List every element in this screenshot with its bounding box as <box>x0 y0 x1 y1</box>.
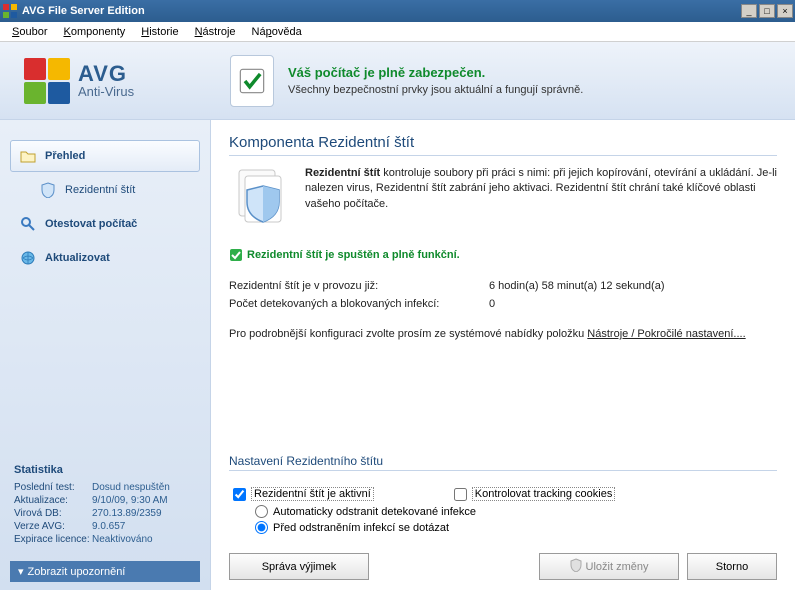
radio-auto-label: Automaticky odstranit detekované infekce <box>273 506 476 518</box>
logo-area: AVG Anti-Virus <box>0 42 210 119</box>
stat-label: Expirace licence: <box>14 534 92 545</box>
uptime-label: Rezidentní štít je v provozu již: <box>229 280 489 292</box>
stat-label: Virová DB: <box>14 508 92 519</box>
logo-subtitle: Anti-Virus <box>78 85 134 98</box>
detected-value: 0 <box>489 298 495 310</box>
menu-historie[interactable]: Historie <box>133 24 186 40</box>
logo-brand: AVG <box>78 63 134 85</box>
status-title: Váš počítač je plně zabezpečen. <box>288 65 583 80</box>
sidebar-item-label: Aktualizovat <box>45 252 110 264</box>
maximize-button[interactable]: □ <box>759 4 775 18</box>
sidebar-item-overview[interactable]: Přehled <box>10 140 200 172</box>
menu-nastroje[interactable]: Nástroje <box>187 24 244 40</box>
content-heading: Komponenta Rezidentní štít <box>229 134 777 151</box>
menu-napoveda[interactable]: Nápověda <box>244 24 310 40</box>
detected-label: Počet detekovaných a blokovaných infekcí… <box>229 298 489 310</box>
radio-ask-label: Před odstraněním infekcí se dotázat <box>273 522 449 534</box>
folder-icon <box>19 147 37 165</box>
shield-large-icon <box>229 166 293 230</box>
active-label: Rezidentní štít je aktivní <box>251 487 374 501</box>
exceptions-button[interactable]: Správa výjimek <box>229 553 369 580</box>
show-notifications-label: Zobrazit upozornění <box>28 566 126 578</box>
shield-small-icon <box>570 558 582 575</box>
stat-label: Aktualizace: <box>14 495 92 506</box>
uptime-value: 6 hodin(a) 58 minut(a) 12 sekund(a) <box>489 280 664 292</box>
status-subtitle: Všechny bezpečnostní prvky jsou aktuální… <box>288 84 583 96</box>
stat-value: 9.0.657 <box>92 521 125 532</box>
sidebar-item-update[interactable]: Aktualizovat <box>10 242 200 274</box>
radio-auto-remove[interactable] <box>255 505 268 518</box>
menu-bar: Soubor Komponenty Historie Nástroje Nápo… <box>0 22 795 42</box>
window-title: AVG File Server Edition <box>22 5 741 17</box>
stat-value: Dosud nespuštěn <box>92 482 170 493</box>
menu-komponenty[interactable]: Komponenty <box>55 24 133 40</box>
sidebar-item-scan[interactable]: Otestovat počítač <box>10 208 200 240</box>
menu-soubor[interactable]: Soubor <box>4 24 55 40</box>
active-checkbox[interactable] <box>233 488 246 501</box>
sidebar-item-label: Přehled <box>45 150 85 162</box>
sidebar-item-label: Otestovat počítač <box>45 218 137 230</box>
close-button[interactable]: × <box>777 4 793 18</box>
magnifier-icon <box>19 215 37 233</box>
header-band: AVG Anti-Virus Váš počítač je plně zabez… <box>0 42 795 120</box>
settings-heading: Nastavení Rezidentního štítu <box>229 454 777 468</box>
statistics-heading: Statistika <box>14 464 196 476</box>
status-area: Váš počítač je plně zabezpečen. Všechny … <box>210 42 795 119</box>
stat-value: 9/10/09, 9:30 AM <box>92 495 168 506</box>
config-hint: Pro podrobnější konfiguraci zvolte prosí… <box>229 328 777 340</box>
show-notifications-button[interactable]: ▾ Zobrazit upozornění <box>10 561 200 582</box>
content-panel: Komponenta Rezidentní štít Rezidentní št… <box>210 120 795 590</box>
status-badge-icon <box>230 55 274 107</box>
component-status-line: Rezidentní štít je spuštěn a plně funkčn… <box>229 248 777 262</box>
app-icon <box>2 3 18 19</box>
cancel-button[interactable]: Storno <box>687 553 777 580</box>
window-titlebar: AVG File Server Edition _ □ × <box>0 0 795 22</box>
stat-label: Verze AVG: <box>14 521 92 532</box>
sidebar-item-label: Rezidentní štít <box>65 184 135 196</box>
component-description: Rezidentní štít kontroluje soubory při p… <box>305 166 777 230</box>
radio-ask-first[interactable] <box>255 521 268 534</box>
minimize-button[interactable]: _ <box>741 4 757 18</box>
cookies-checkbox[interactable] <box>454 488 467 501</box>
chevron-down-icon: ▾ <box>18 565 24 578</box>
cookies-label: Kontrolovat tracking cookies <box>472 487 616 501</box>
globe-icon <box>19 249 37 267</box>
check-icon <box>229 248 243 262</box>
stat-label: Poslední test: <box>14 482 92 493</box>
statistics-panel: Statistika Poslední test:Dosud nespuštěn… <box>10 456 200 555</box>
stat-value: 270.13.89/2359 <box>92 508 162 519</box>
sidebar: Přehled Rezidentní štít Otestovat počíta… <box>0 120 210 590</box>
sidebar-item-resident-shield[interactable]: Rezidentní štít <box>10 174 200 206</box>
logo-icon <box>24 58 70 104</box>
save-button[interactable]: Uložit změny <box>539 553 679 580</box>
stat-value: Neaktivováno <box>92 534 153 545</box>
shield-small-icon <box>39 181 57 199</box>
